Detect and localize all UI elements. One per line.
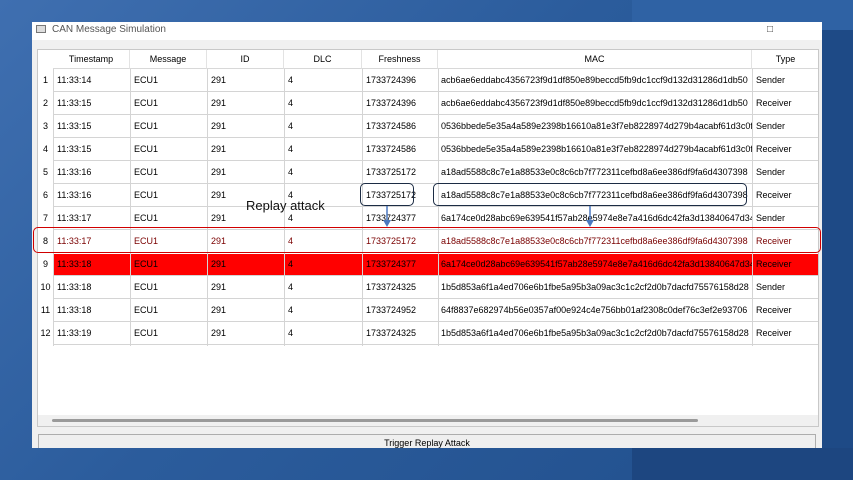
cell-message[interactable]: ECU1 (130, 92, 207, 115)
cell-message[interactable]: ECU1 (130, 161, 207, 184)
cell-id[interactable]: 291 (207, 299, 284, 322)
cell-id[interactable]: 291 (207, 115, 284, 138)
cell-freshness[interactable]: 1733724325 (362, 322, 438, 345)
column-header-type[interactable]: Type (752, 50, 818, 69)
trigger-replay-attack-button[interactable]: Trigger Replay Attack (38, 434, 816, 448)
row-number[interactable]: 4 (38, 138, 53, 161)
row-number[interactable]: 10 (38, 276, 53, 299)
window-title: CAN Message Simulation (52, 24, 166, 35)
replay-attack-label: Replay attack (246, 198, 325, 213)
row-number[interactable]: 2 (38, 92, 53, 115)
cell-dlc[interactable]: 4 (284, 69, 362, 92)
row-number[interactable]: 6 (38, 184, 53, 207)
slide-decor-panel (632, 448, 853, 480)
cell-type[interactable]: Receiver (752, 92, 818, 115)
cell-mac[interactable]: a18ad5588c8c7e1a88533e0c8c6cb7f772311cef… (438, 161, 752, 184)
cell-timestamp[interactable]: 11:33:19 (53, 322, 130, 345)
cell-dlc[interactable]: 4 (284, 138, 362, 161)
cell-message[interactable]: ECU1 (130, 276, 207, 299)
cell-id[interactable]: 291 (207, 276, 284, 299)
cell-type[interactable]: Sender (752, 69, 818, 92)
cell-freshness[interactable]: 1733724396 (362, 92, 438, 115)
row-number[interactable]: 12 (38, 322, 53, 345)
column-header-mac[interactable]: MAC (438, 50, 752, 69)
row-number[interactable]: 9 (38, 253, 53, 276)
arrow-down-icon (383, 206, 391, 227)
cell-mac[interactable]: 0536bbede5e35a4a589e2398b16610a81e3f7eb8… (438, 138, 752, 161)
cell-mac[interactable]: 6a174ce0d28abc69e639541f57ab28e5974e8e7a… (438, 253, 752, 276)
cell-id[interactable]: 291 (207, 69, 284, 92)
cell-message[interactable]: ECU1 (130, 184, 207, 207)
row-number[interactable]: 1 (38, 69, 53, 92)
mac-annotation-box (433, 183, 747, 206)
cell-mac[interactable]: 0536bbede5e35a4a589e2398b16610a81e3f7eb8… (438, 115, 752, 138)
cell-dlc[interactable]: 4 (284, 92, 362, 115)
cell-mac[interactable]: 64f8837e682974b56e0357af00e924c4e756bb01… (438, 299, 752, 322)
cell-dlc[interactable]: 4 (284, 322, 362, 345)
cell-timestamp[interactable]: 11:33:18 (53, 299, 130, 322)
cell-freshness[interactable]: 1733724377 (362, 253, 438, 276)
freshness-annotation-box (360, 183, 414, 206)
cell-timestamp[interactable]: 11:33:18 (53, 253, 130, 276)
row-number[interactable]: 3 (38, 115, 53, 138)
arrow-down-icon (586, 206, 594, 227)
cell-freshness[interactable]: 1733724586 (362, 115, 438, 138)
cell-mac[interactable]: acb6ae6eddabc4356723f9d1df850e89beccd5fb… (438, 92, 752, 115)
cell-freshness[interactable]: 1733724325 (362, 276, 438, 299)
cell-mac[interactable]: acb6ae6eddabc4356723f9d1df850e89beccd5fb… (438, 69, 752, 92)
column-header-message[interactable]: Message (130, 50, 207, 69)
row-number[interactable]: 11 (38, 299, 53, 322)
cell-type[interactable]: Receiver (752, 138, 818, 161)
cell-freshness[interactable]: 1733724586 (362, 138, 438, 161)
cell-dlc[interactable]: 4 (284, 276, 362, 299)
cell-id[interactable]: 291 (207, 92, 284, 115)
cell-freshness[interactable]: 1733724396 (362, 69, 438, 92)
cell-timestamp[interactable]: 11:33:15 (53, 138, 130, 161)
cell-type[interactable]: Receiver (752, 322, 818, 345)
cell-timestamp[interactable]: 11:33:15 (53, 115, 130, 138)
cell-id[interactable]: 291 (207, 161, 284, 184)
cell-type[interactable]: Sender (752, 161, 818, 184)
cell-message[interactable]: ECU1 (130, 115, 207, 138)
cell-timestamp[interactable]: 11:33:16 (53, 184, 130, 207)
app-icon (36, 25, 46, 33)
cell-message[interactable]: ECU1 (130, 299, 207, 322)
column-header-timestamp[interactable]: Timestamp (53, 50, 130, 69)
cell-id[interactable]: 291 (207, 138, 284, 161)
cell-timestamp[interactable]: 11:33:16 (53, 161, 130, 184)
cell-timestamp[interactable]: 11:33:14 (53, 69, 130, 92)
cell-type[interactable]: Receiver (752, 253, 818, 276)
slide-decor-panel (822, 30, 853, 450)
title-bar: CAN Message Simulation □ (32, 22, 822, 40)
row-number[interactable]: 5 (38, 161, 53, 184)
cell-timestamp[interactable]: 11:33:15 (53, 92, 130, 115)
cell-id[interactable]: 291 (207, 253, 284, 276)
cell-message[interactable]: ECU1 (130, 253, 207, 276)
column-header-id[interactable]: ID (207, 50, 284, 69)
cell-id[interactable]: 291 (207, 322, 284, 345)
cell-type[interactable]: Receiver (752, 184, 818, 207)
cell-timestamp[interactable]: 11:33:18 (53, 276, 130, 299)
cell-dlc[interactable]: 4 (284, 253, 362, 276)
column-header-dlc[interactable]: DLC (284, 50, 362, 69)
cell-type[interactable]: Receiver (752, 299, 818, 322)
cell-type[interactable]: Sender (752, 115, 818, 138)
cell-type[interactable]: Sender (752, 276, 818, 299)
cell-freshness[interactable]: 1733725172 (362, 161, 438, 184)
cell-mac[interactable]: 1b5d853a6f1a4ed706e6b1fbe5a95b3a09ac3c1c… (438, 322, 752, 345)
cell-message[interactable]: ECU1 (130, 69, 207, 92)
cell-freshness[interactable]: 1733724952 (362, 299, 438, 322)
cell-dlc[interactable]: 4 (284, 115, 362, 138)
attack-row-outline (33, 227, 821, 253)
cell-dlc[interactable]: 4 (284, 299, 362, 322)
cell-dlc[interactable]: 4 (284, 161, 362, 184)
horizontal-scrollbar-thumb[interactable] (52, 419, 698, 422)
cell-mac[interactable]: 1b5d853a6f1a4ed706e6b1fbe5a95b3a09ac3c1c… (438, 276, 752, 299)
maximize-icon[interactable]: □ (761, 23, 779, 37)
column-header-freshness[interactable]: Freshness (362, 50, 438, 69)
cell-message[interactable]: ECU1 (130, 322, 207, 345)
cell-message[interactable]: ECU1 (130, 138, 207, 161)
